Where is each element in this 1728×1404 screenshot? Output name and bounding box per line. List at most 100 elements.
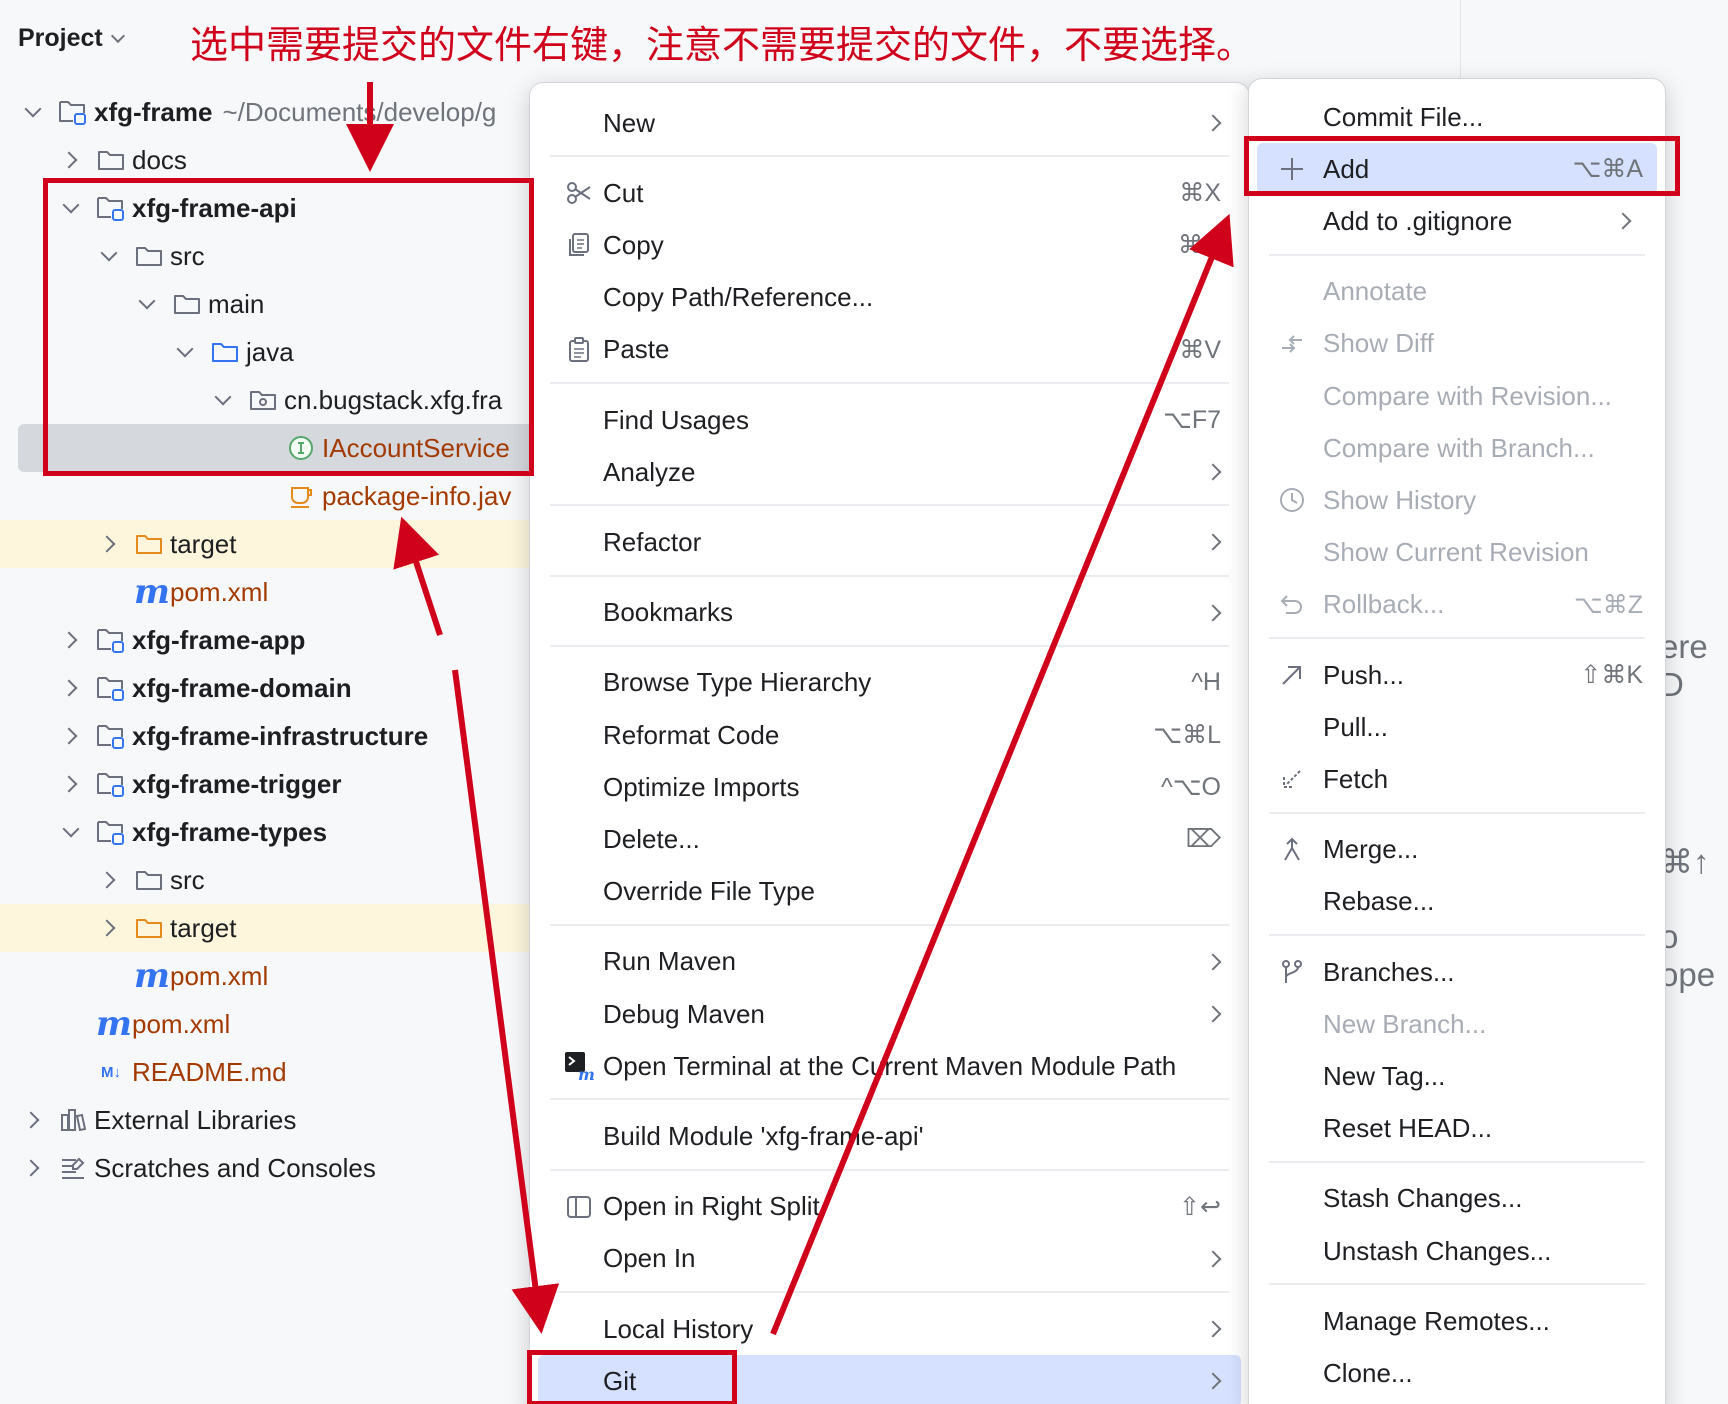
- project-header[interactable]: Project: [18, 16, 125, 60]
- menu-item-copy-path-reference[interactable]: Copy Path/Reference...: [538, 272, 1241, 324]
- menu-item-bookmarks[interactable]: Bookmarks: [538, 587, 1241, 639]
- tree-row[interactable]: m pom.xml: [0, 952, 560, 1000]
- menu-separator: [1269, 1283, 1645, 1286]
- svg-text:m: m: [578, 1065, 594, 1081]
- git-item-fetch[interactable]: Fetch: [1257, 753, 1657, 805]
- git-item-new-tag[interactable]: New Tag...: [1257, 1050, 1657, 1102]
- chevron-down-icon[interactable]: [22, 101, 44, 123]
- tree-row[interactable]: xfg-frame-trigger: [0, 760, 560, 808]
- git-item-add-to-gitignore[interactable]: Add to .gitignore: [1257, 195, 1657, 247]
- tree-item-label: xfg-frame-app: [132, 624, 306, 655]
- tree-row[interactable]: java: [0, 328, 560, 376]
- menu-item-refactor[interactable]: Refactor: [538, 516, 1241, 568]
- menu-separator: [1269, 1160, 1645, 1163]
- git-item-push[interactable]: Push... ⇧⌘K: [1257, 649, 1657, 701]
- tree-row[interactable]: xfg-frame-infrastructure: [0, 712, 560, 760]
- chevron-down-icon[interactable]: [174, 341, 196, 363]
- tree-item-label: IAccountService: [322, 432, 510, 463]
- background-text: ere D: [1660, 628, 1708, 703]
- menu-item-git[interactable]: Git: [538, 1355, 1241, 1404]
- chevron-right-icon[interactable]: [60, 725, 82, 747]
- menu-item-optimize-imports[interactable]: Optimize Imports ^⌥O: [538, 761, 1241, 813]
- menu-item-cut[interactable]: Cut ⌘X: [538, 167, 1241, 219]
- menu-item-label: Browse Type Hierarchy: [603, 667, 872, 698]
- menu-item-find-usages[interactable]: Find Usages ⌥F7: [538, 394, 1241, 446]
- git-item-rebase[interactable]: Rebase...: [1257, 876, 1657, 928]
- menu-item-new[interactable]: New: [538, 97, 1241, 149]
- menu-item-open-terminal-at-the-current-maven-module-path[interactable]: m Open Terminal at the Current Maven Modu…: [538, 1040, 1241, 1092]
- menu-item-delete[interactable]: Delete... ⌦: [538, 813, 1241, 865]
- menu-item-copy[interactable]: Copy ⌘C: [538, 219, 1241, 271]
- menu-separator: [1269, 811, 1645, 814]
- git-item-commit-file[interactable]: Commit File...: [1257, 91, 1657, 143]
- tree-row[interactable]: M↓ README.md: [0, 1048, 560, 1096]
- tree-row[interactable]: m pom.xml: [0, 568, 560, 616]
- menu-item-override-file-type[interactable]: Override File Type: [538, 866, 1241, 918]
- menu-item-build-module-xfg-frame-api[interactable]: Build Module 'xfg-frame-api': [538, 1110, 1241, 1162]
- menu-item-label: Commit File...: [1323, 101, 1484, 132]
- chevron-right-icon[interactable]: [60, 773, 82, 795]
- menu-item-label: Push...: [1323, 659, 1404, 690]
- git-item-unstash-changes[interactable]: Unstash Changes...: [1257, 1225, 1657, 1277]
- chevron-down-icon[interactable]: [212, 389, 234, 411]
- tree-row[interactable]: IAccountService: [18, 424, 560, 472]
- menu-item-browse-type-hierarchy[interactable]: Browse Type Hierarchy ^H: [538, 657, 1241, 709]
- git-item-merge[interactable]: Merge...: [1257, 824, 1657, 876]
- tree-row[interactable]: xfg-frame-api: [0, 184, 560, 232]
- chevron-down-icon[interactable]: [60, 197, 82, 219]
- menu-item-analyze[interactable]: Analyze: [538, 446, 1241, 498]
- chevron-down-icon[interactable]: [60, 821, 82, 843]
- chevron-right-icon[interactable]: [98, 869, 120, 891]
- menu-item-label: Merge...: [1323, 834, 1419, 865]
- chevron-right-icon[interactable]: [60, 629, 82, 651]
- chevron-right-icon[interactable]: [22, 1157, 44, 1179]
- git-item-manage-remotes[interactable]: Manage Remotes...: [1257, 1295, 1657, 1347]
- menu-item-label: Show Diff: [1323, 328, 1434, 359]
- menu-item-label: Rollback...: [1323, 589, 1445, 620]
- chevron-right-icon[interactable]: [22, 1109, 44, 1131]
- git-item-stash-changes[interactable]: Stash Changes...: [1257, 1173, 1657, 1225]
- excluded-folder-icon: [134, 530, 164, 558]
- tree-row[interactable]: src: [0, 232, 560, 280]
- tree-row[interactable]: xfg-frame-domain: [0, 664, 560, 712]
- chevron-right-icon[interactable]: [60, 677, 82, 699]
- module-folder-icon: [96, 818, 126, 846]
- menu-item-local-history[interactable]: Local History: [538, 1303, 1241, 1355]
- tree-row[interactable]: Scratches and Consoles: [0, 1144, 560, 1192]
- menu-item-open-in-right-split[interactable]: Open in Right Split ⇧↩: [538, 1181, 1241, 1233]
- menu-item-debug-maven[interactable]: Debug Maven: [538, 988, 1241, 1040]
- tree-row[interactable]: package-info.jav: [0, 472, 560, 520]
- git-item-pull[interactable]: Pull...: [1257, 701, 1657, 753]
- chevron-right-icon: [1204, 1320, 1222, 1338]
- chevron-right-icon[interactable]: [98, 917, 120, 939]
- git-item-add[interactable]: Add ⌥⌘A: [1257, 143, 1657, 196]
- tree-row[interactable]: m pom.xml: [0, 1000, 560, 1048]
- git-item-clone[interactable]: Clone...: [1257, 1347, 1657, 1399]
- chevron-down-icon[interactable]: [98, 245, 120, 267]
- tree-row[interactable]: target: [0, 520, 560, 568]
- tree-row[interactable]: cn.bugstack.xfg.fra: [0, 376, 560, 424]
- tree-row[interactable]: main: [0, 280, 560, 328]
- excluded-folder-icon: [134, 914, 164, 942]
- menu-item-run-maven[interactable]: Run Maven: [538, 936, 1241, 988]
- git-item-branches[interactable]: Branches...: [1257, 946, 1657, 998]
- tree-row[interactable]: External Libraries: [0, 1096, 560, 1144]
- menu-item-paste[interactable]: Paste ⌘V: [538, 324, 1241, 376]
- scissors-icon: [564, 178, 594, 208]
- tree-row[interactable]: src: [0, 856, 560, 904]
- menu-item-open-in[interactable]: Open In: [538, 1233, 1241, 1285]
- tree-row[interactable]: xfg-frame ~/Documents/develop/g: [0, 88, 560, 136]
- tree-row[interactable]: xfg-frame-app: [0, 616, 560, 664]
- branch-icon: [1277, 957, 1307, 987]
- chevron-right-icon[interactable]: [98, 533, 120, 555]
- copy-icon: [564, 230, 594, 260]
- menu-item-label: Rebase...: [1323, 886, 1435, 917]
- chevron-right-icon[interactable]: [60, 149, 82, 171]
- tree-row[interactable]: docs: [0, 136, 560, 184]
- tree-row[interactable]: xfg-frame-types: [0, 808, 560, 856]
- chevron-down-icon[interactable]: [136, 293, 158, 315]
- menu-item-label: Copy Path/Reference...: [603, 282, 874, 313]
- menu-item-reformat-code[interactable]: Reformat Code ⌥⌘L: [538, 709, 1241, 761]
- git-item-reset-head[interactable]: Reset HEAD...: [1257, 1103, 1657, 1155]
- tree-row[interactable]: target: [0, 904, 560, 952]
